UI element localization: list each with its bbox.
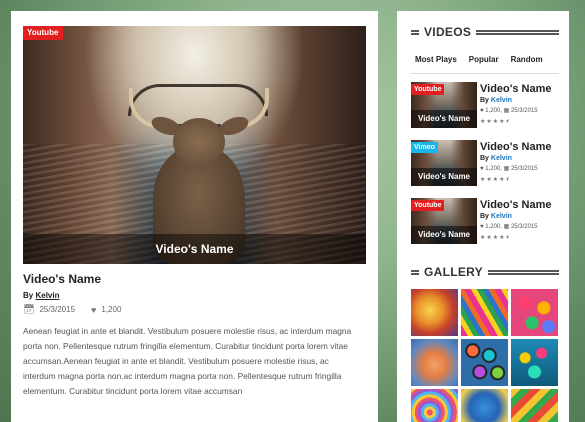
calendar-icon: ▦	[503, 224, 510, 230]
gallery-heading-label: GALLERY	[424, 265, 483, 279]
tab-random[interactable]: Random	[511, 55, 543, 64]
heart-icon: ♥	[480, 166, 484, 172]
author-link[interactable]: Kelvin	[35, 291, 59, 300]
gallery-image[interactable]	[511, 289, 558, 336]
source-badge: Youtube	[411, 200, 445, 211]
by-label: By	[23, 291, 34, 300]
calendar-icon: ▦	[503, 166, 510, 172]
source-badge: Vimeo	[411, 142, 438, 153]
source-badge: Youtube	[411, 84, 445, 95]
gallery-image[interactable]	[511, 339, 558, 386]
star-rating: ★★★★⯨	[480, 233, 510, 243]
tab-most-plays[interactable]: Most Plays	[415, 55, 457, 64]
video-list-item[interactable]: Vimeo Video's Name Video's Name By Kelvi…	[411, 140, 561, 186]
video-meta: ♥ 1,200, ▦ 25/3/2015	[480, 166, 538, 172]
gallery-image[interactable]	[461, 289, 508, 336]
by-label: By	[480, 97, 489, 104]
deer-head-decoration	[173, 118, 225, 166]
author-link[interactable]: Kelvin	[491, 155, 512, 162]
sidebar-card: VIDEOS Most Plays Popular Random Youtube…	[397, 11, 569, 422]
video-title[interactable]: Video's Name	[480, 199, 552, 211]
video-thumbnail[interactable]: Youtube Video's Name	[411, 198, 477, 244]
video-tabs: Most Plays Popular Random	[415, 55, 543, 64]
video-byline: By Kelvin	[480, 97, 512, 104]
heart-icon: ♥	[91, 304, 97, 315]
thumbnail-caption: Video's Name	[411, 110, 477, 128]
video-meta: ♥ 1,200, ▦ 25/3/2015	[480, 224, 538, 230]
video-likes: 1,200	[485, 224, 501, 230]
gallery-image[interactable]	[461, 389, 508, 422]
gallery-image[interactable]	[411, 289, 458, 336]
gallery-image[interactable]	[511, 389, 558, 422]
star-rating: ★★★★⯨	[480, 117, 510, 127]
heart-icon: ♥	[480, 108, 484, 114]
tab-popular[interactable]: Popular	[469, 55, 499, 64]
star-icon: ★★★★⯨	[480, 235, 510, 241]
videos-heading: VIDEOS	[411, 25, 559, 39]
video-title[interactable]: Video's Name	[480, 141, 552, 153]
thumbnail-caption: Video's Name	[411, 168, 477, 186]
video-meta: ♥ 1,200, ▦ 25/3/2015	[480, 108, 538, 114]
heart-icon: ♥	[480, 224, 484, 230]
star-icon: ★★★★⯨	[480, 119, 510, 125]
star-rating: ★★★★⯨	[480, 175, 510, 185]
video-likes: 1,200	[485, 108, 501, 114]
author-link[interactable]: Kelvin	[491, 97, 512, 104]
calendar-icon: 📅︎	[23, 304, 35, 314]
by-label: By	[480, 213, 489, 220]
video-title[interactable]: Video's Name	[480, 83, 552, 95]
hero-video-thumbnail[interactable]: Youtube Video's Name	[23, 26, 366, 264]
post-body: Aenean feugiat in ante et blandit. Vesti…	[23, 326, 352, 396]
post-date: 25/3/2015	[39, 305, 76, 314]
post-likes: 1,200	[101, 305, 122, 314]
video-list-item[interactable]: Youtube Video's Name Video's Name By Kel…	[411, 198, 561, 244]
tabs-divider	[411, 73, 559, 74]
video-byline: By Kelvin	[480, 213, 512, 220]
calendar-icon: ▦	[503, 108, 510, 114]
video-thumbnail[interactable]: Vimeo Video's Name	[411, 140, 477, 186]
video-thumbnail[interactable]: Youtube Video's Name	[411, 82, 477, 128]
thumbnail-caption: Video's Name	[411, 226, 477, 244]
video-date: 25/3/2015	[510, 108, 538, 114]
videos-heading-label: VIDEOS	[424, 25, 472, 39]
author-link[interactable]: Kelvin	[491, 213, 512, 220]
video-list-item[interactable]: Youtube Video's Name Video's Name By Kel…	[411, 82, 561, 128]
source-badge: Youtube	[23, 26, 64, 40]
video-date: 25/3/2015	[510, 224, 538, 230]
gallery-heading: GALLERY	[411, 265, 559, 279]
gallery-image[interactable]	[411, 389, 458, 422]
gallery-image[interactable]	[461, 339, 508, 386]
video-byline: By Kelvin	[480, 155, 512, 162]
star-icon: ★★★★⯨	[480, 177, 510, 183]
gallery-grid	[411, 289, 559, 422]
gallery-image[interactable]	[411, 339, 458, 386]
hero-caption: Video's Name	[23, 234, 366, 264]
post-meta: 📅︎ 25/3/2015 ♥ 1,200	[23, 304, 121, 315]
main-post-card: Youtube Video's Name Video's Name By Kel…	[11, 11, 378, 422]
post-title[interactable]: Video's Name	[23, 272, 101, 286]
video-date: 25/3/2015	[510, 166, 538, 172]
video-likes: 1,200	[485, 166, 501, 172]
by-label: By	[480, 155, 489, 162]
post-byline: By Kelvin	[23, 291, 59, 300]
